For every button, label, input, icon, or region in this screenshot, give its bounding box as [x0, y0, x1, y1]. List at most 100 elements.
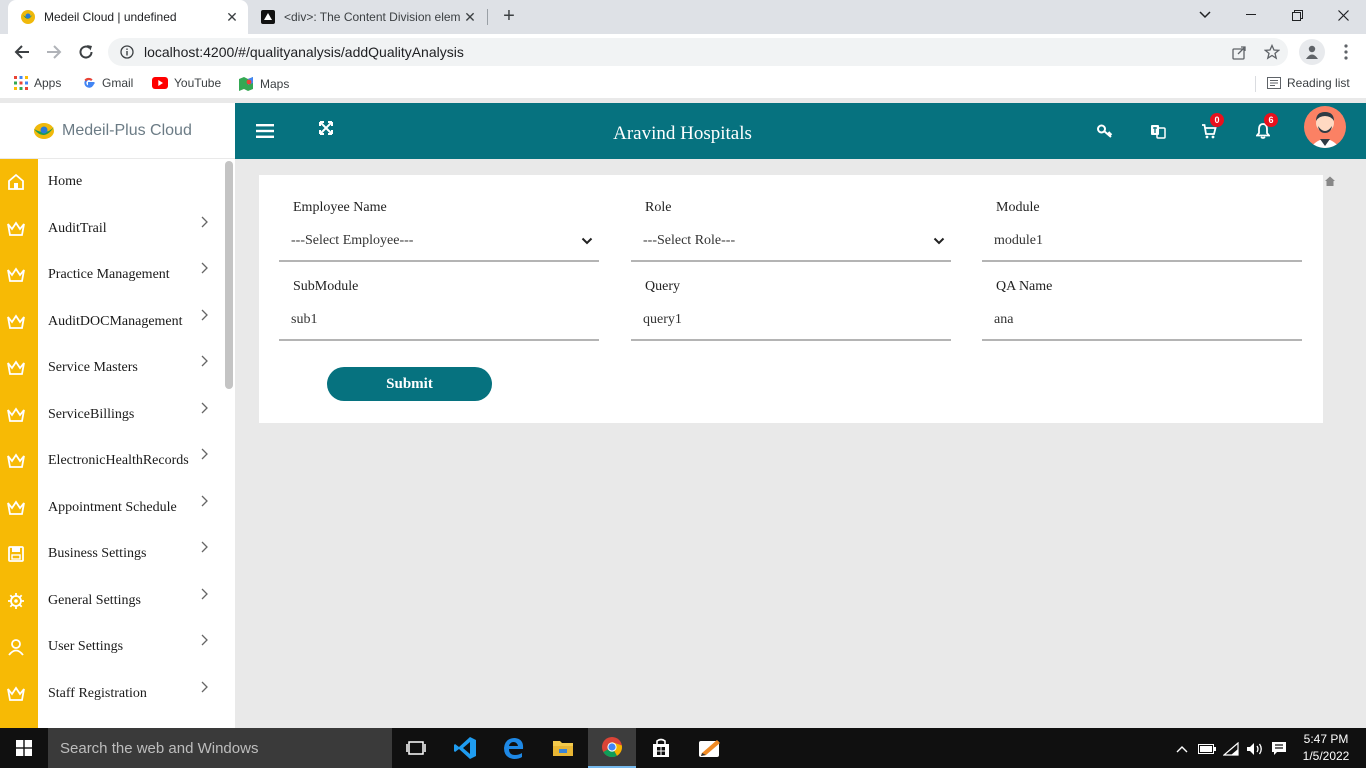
- taskbar-clock[interactable]: 5:47 PM 1/5/2022: [1296, 731, 1356, 765]
- speaker-icon: [1247, 743, 1262, 755]
- user-avatar[interactable]: [1304, 106, 1346, 148]
- field-value: query1: [643, 312, 682, 327]
- forward-button[interactable]: [42, 40, 66, 64]
- reading-list-button[interactable]: Reading list: [1267, 76, 1350, 90]
- bookmarks-bar: Apps Gmail YouTube Maps Reading list: [0, 70, 1366, 98]
- submodule-input[interactable]: sub1: [279, 301, 599, 341]
- bookmark-label: Maps: [260, 77, 290, 91]
- close-window-button[interactable]: [1320, 0, 1366, 30]
- brand-name: Medeil-Plus Cloud: [62, 121, 192, 139]
- sidebar-item-service-masters[interactable]: Service Masters: [0, 345, 235, 391]
- browser-toolbar: localhost:4200/#/qualityanalysis/addQual…: [0, 34, 1366, 70]
- sidebar-item-audittrail[interactable]: AuditTrail: [0, 206, 235, 252]
- taskbar-search-box[interactable]: Search the web and Windows: [48, 728, 392, 768]
- bookmark-maps[interactable]: Maps: [238, 76, 289, 92]
- crown-icon: [7, 314, 25, 329]
- sidebar-item-general-settings[interactable]: General Settings: [0, 578, 235, 624]
- reading-list-label: Reading list: [1287, 76, 1350, 90]
- taskbar-vscode[interactable]: [441, 728, 489, 768]
- sidebar-item-appointment-schedule[interactable]: Appointment Schedule: [0, 485, 235, 531]
- cart-count-badge: 0: [1210, 113, 1224, 127]
- sidebar-item-staff-registration[interactable]: Staff Registration: [0, 671, 235, 717]
- close-tab-icon[interactable]: ✕: [222, 9, 242, 26]
- sidebar-item-auditdocmanagement[interactable]: AuditDOCManagement: [0, 299, 235, 345]
- field-label: Employee Name: [293, 200, 387, 215]
- google-g-icon: [84, 77, 95, 88]
- field-value: module1: [994, 233, 1043, 248]
- taskbar-app[interactable]: [686, 728, 734, 768]
- home-icon[interactable]: [1324, 175, 1336, 187]
- query-input[interactable]: query1: [631, 301, 951, 341]
- sidebar-item-practice-management[interactable]: Practice Management: [0, 252, 235, 298]
- taskbar-chrome[interactable]: [588, 728, 636, 768]
- profile-button[interactable]: [1299, 39, 1325, 65]
- chevron-right-icon: [201, 681, 208, 693]
- sidebar-item-business-settings[interactable]: Business Settings: [0, 531, 235, 577]
- chrome-menu-button[interactable]: [1336, 42, 1356, 62]
- share-button[interactable]: [1229, 42, 1249, 62]
- sidebar-item-home[interactable]: Home: [0, 159, 235, 205]
- change-password-button[interactable]: [1095, 121, 1115, 141]
- field-value: ---Select Employee---: [291, 233, 414, 248]
- url-text: localhost:4200/#/qualityanalysis/addQual…: [144, 44, 464, 60]
- chevron-right-icon: [201, 262, 208, 274]
- tray-overflow-button[interactable]: [1173, 740, 1191, 758]
- hospital-title: Aravind Hospitals: [613, 123, 752, 144]
- back-button[interactable]: [10, 40, 34, 64]
- chevron-right-icon: [201, 309, 208, 321]
- cart-button[interactable]: 0: [1199, 113, 1224, 141]
- notification-count-badge: 6: [1264, 113, 1278, 127]
- close-tab-icon[interactable]: ✕: [460, 9, 480, 26]
- bookmark-label: Apps: [34, 76, 62, 90]
- bookmark-star-button[interactable]: [1262, 42, 1282, 62]
- tab-medeil-cloud[interactable]: Medeil Cloud | undefined ✕: [8, 0, 248, 34]
- crown-icon: [7, 221, 25, 236]
- restore-button[interactable]: [1274, 0, 1320, 30]
- profile-icon: [1306, 45, 1318, 59]
- role-select[interactable]: ---Select Role---: [631, 222, 951, 262]
- sidebar-scrollbar[interactable]: [225, 161, 233, 389]
- sidebar-item-label: AuditDOCManagement: [48, 314, 183, 329]
- share-icon: [1231, 45, 1246, 60]
- tray-battery[interactable]: [1198, 740, 1216, 758]
- sidebar-item-electronichealthrecords[interactable]: ElectronicHealthRecords: [0, 438, 235, 484]
- module-input[interactable]: module1: [982, 222, 1302, 262]
- taskbar-edge[interactable]: [490, 728, 538, 768]
- star-icon: [1264, 44, 1280, 60]
- reload-button[interactable]: [74, 40, 98, 64]
- new-tab-button[interactable]: +: [498, 5, 520, 27]
- sidebar-item-user-settings[interactable]: User Settings: [0, 624, 235, 670]
- tray-volume[interactable]: [1246, 740, 1264, 758]
- editor-app-icon: [699, 740, 720, 757]
- taskbar-store[interactable]: [637, 728, 685, 768]
- tab-search-button[interactable]: [1182, 0, 1228, 30]
- kebab-menu-icon: [1344, 44, 1348, 60]
- crown-icon: [7, 407, 25, 422]
- qa-name-input[interactable]: ana: [982, 301, 1302, 341]
- submit-button[interactable]: Submit: [327, 367, 492, 401]
- reload-icon: [79, 45, 93, 59]
- clock-date: 1/5/2022: [1302, 749, 1350, 763]
- start-button[interactable]: [0, 728, 48, 768]
- bookmark-youtube[interactable]: YouTube: [152, 76, 221, 90]
- chevron-right-icon: [201, 448, 208, 460]
- notifications-button[interactable]: 6: [1253, 113, 1278, 141]
- taskbar-file-explorer[interactable]: [539, 728, 587, 768]
- task-view-button[interactable]: [392, 728, 440, 768]
- bookmark-gmail[interactable]: Gmail: [82, 76, 133, 90]
- info-icon[interactable]: [120, 45, 134, 59]
- sidebar-item-servicebillings[interactable]: ServiceBillings: [0, 392, 235, 438]
- gear-icon: [8, 593, 24, 609]
- tray-wifi[interactable]: [1222, 740, 1240, 758]
- arrow-left-icon: [14, 45, 29, 59]
- tab-mdn-div[interactable]: <div>: The Content Division elem ✕: [250, 0, 486, 34]
- bookmark-apps[interactable]: Apps: [14, 76, 61, 90]
- field-value: sub1: [291, 312, 318, 327]
- minimize-button[interactable]: [1228, 0, 1274, 30]
- tray-action-center[interactable]: [1270, 740, 1288, 758]
- field-label: Query: [645, 279, 680, 294]
- app-brand[interactable]: Medeil-Plus Cloud: [0, 103, 235, 158]
- employee-select[interactable]: ---Select Employee---: [279, 222, 599, 262]
- address-bar[interactable]: localhost:4200/#/qualityanalysis/addQual…: [108, 38, 1288, 66]
- translate-button[interactable]: [1148, 121, 1168, 141]
